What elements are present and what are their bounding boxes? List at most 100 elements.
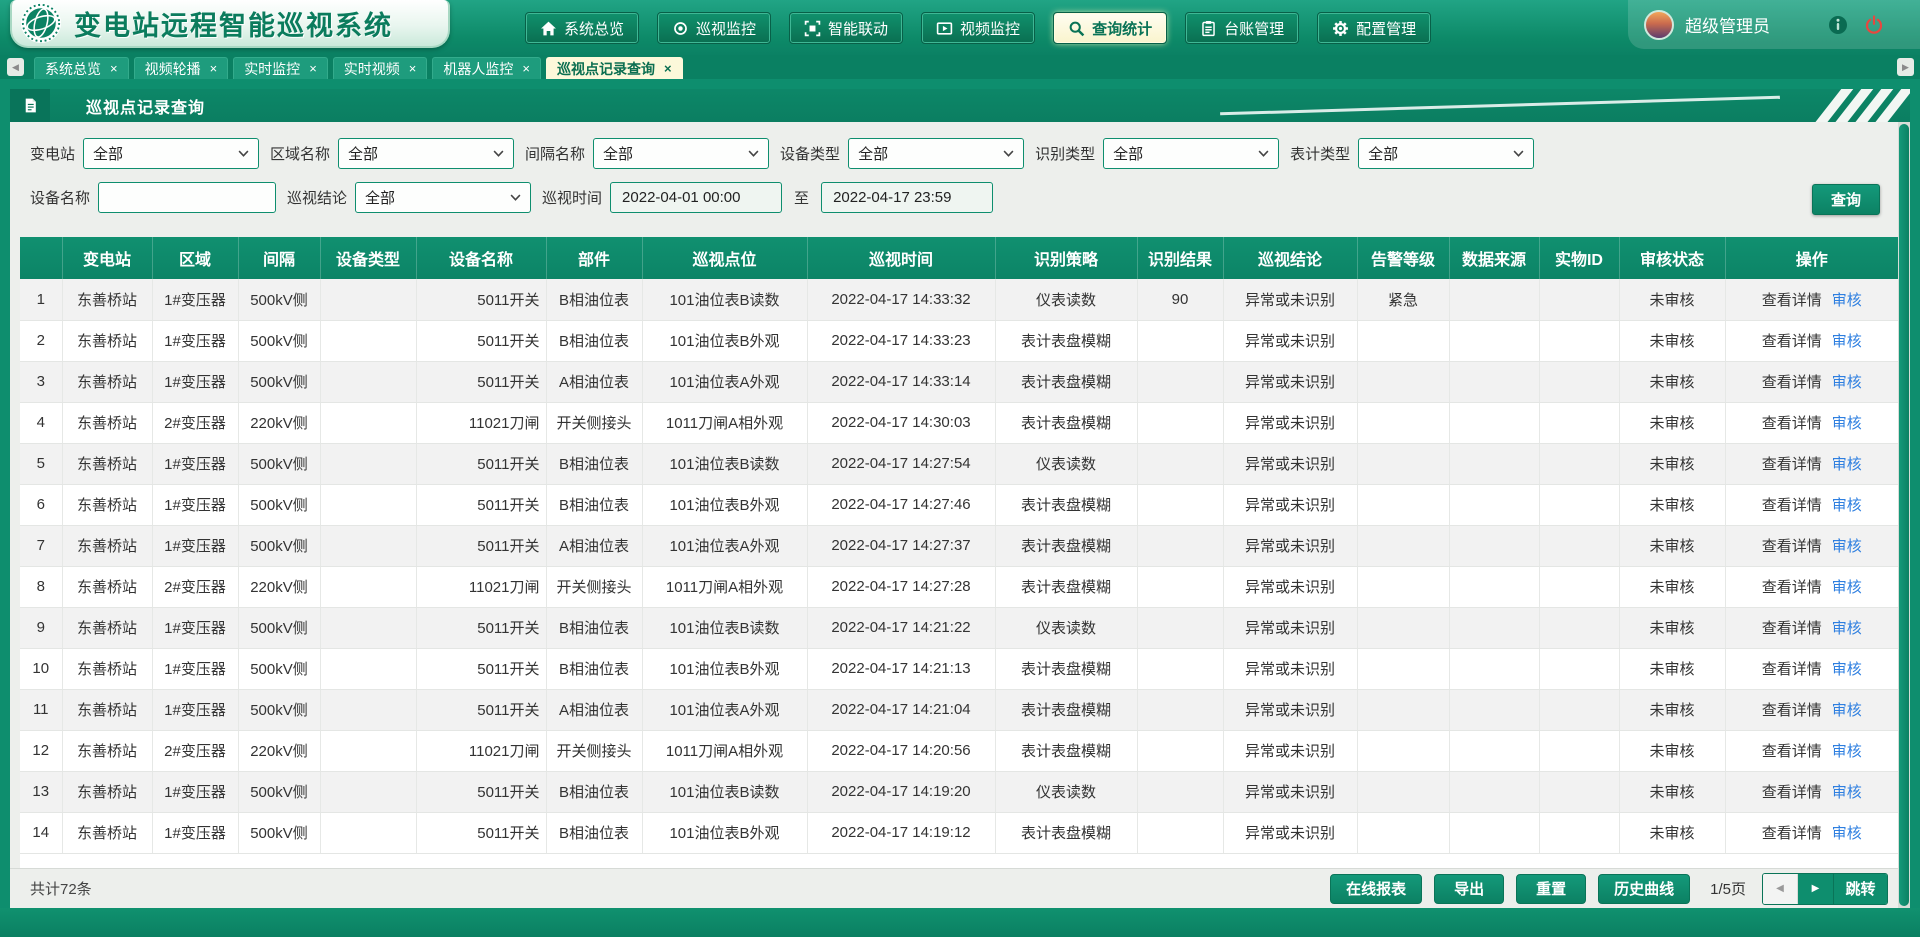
audit-link[interactable]: 审核 [1832, 579, 1862, 596]
table-row[interactable]: 6东善桥站1#变压器500kV侧5011开关B相油位表101油位表B外观2022… [20, 484, 1898, 525]
audit-link[interactable]: 审核 [1832, 661, 1862, 678]
table-row[interactable]: 14东善桥站1#变压器500kV侧5011开关B相油位表101油位表B外观202… [20, 812, 1898, 853]
audit-link[interactable]: 审核 [1832, 415, 1862, 432]
table-row[interactable]: 3东善桥站1#变压器500kV侧5011开关A相油位表101油位表A外观2022… [20, 361, 1898, 402]
close-icon[interactable]: × [309, 62, 317, 75]
column-header[interactable]: 设备类型 [320, 237, 416, 279]
close-icon[interactable]: × [210, 62, 218, 75]
power-icon[interactable] [1864, 15, 1884, 35]
column-header[interactable]: 数据来源 [1449, 237, 1539, 279]
nav-patrol-button[interactable]: 巡视监控 [658, 13, 770, 43]
tab-scroll-left-icon[interactable]: ◀ [7, 58, 24, 76]
column-header[interactable]: 设备名称 [416, 237, 546, 279]
view-detail-link[interactable]: 查看详情 [1762, 292, 1822, 309]
tab-5[interactable]: 巡视点记录查询× [546, 57, 683, 79]
info-icon[interactable] [1828, 15, 1848, 35]
scrollbar-thumb[interactable] [1899, 124, 1909, 906]
nav-overview-button[interactable]: 系统总览 [526, 13, 638, 43]
view-detail-link[interactable]: 查看详情 [1762, 784, 1822, 801]
nav-config-button[interactable]: 配置管理 [1318, 13, 1430, 43]
table-row[interactable]: 1东善桥站1#变压器500kV侧5011开关B相油位表101油位表B读数2022… [20, 279, 1898, 320]
device-name-input[interactable] [98, 182, 276, 213]
tab-4[interactable]: 机器人监控× [432, 57, 541, 79]
audit-link[interactable]: 审核 [1832, 743, 1862, 760]
tab-3[interactable]: 实时视频× [333, 57, 428, 79]
view-detail-link[interactable]: 查看详情 [1762, 538, 1822, 555]
view-detail-link[interactable]: 查看详情 [1762, 620, 1822, 637]
station-select[interactable]: 全部 [83, 138, 259, 169]
tab-2[interactable]: 实时监控× [233, 57, 328, 79]
export-button[interactable]: 导出 [1434, 874, 1504, 904]
prev-page-icon[interactable]: ◀ [1763, 874, 1798, 904]
audit-link[interactable]: 审核 [1832, 333, 1862, 350]
nav-video-button[interactable]: 视频监控 [922, 13, 1034, 43]
close-icon[interactable]: × [522, 62, 530, 75]
column-header[interactable]: 巡视点位 [642, 237, 807, 279]
column-header[interactable]: 区域 [152, 237, 238, 279]
jump-button[interactable]: 跳转 [1833, 874, 1887, 904]
view-detail-link[interactable]: 查看详情 [1762, 456, 1822, 473]
table-row[interactable]: 8东善桥站2#变压器220kV侧11021刀闸开关侧接头1011刀闸A相外观20… [20, 566, 1898, 607]
column-header[interactable]: 识别策略 [995, 237, 1137, 279]
avatar[interactable] [1644, 10, 1674, 40]
view-detail-link[interactable]: 查看详情 [1762, 825, 1822, 842]
view-detail-link[interactable]: 查看详情 [1762, 702, 1822, 719]
audit-link[interactable]: 审核 [1832, 825, 1862, 842]
device-type-select[interactable]: 全部 [848, 138, 1024, 169]
audit-link[interactable]: 审核 [1832, 374, 1862, 391]
column-header[interactable]: 实物ID [1539, 237, 1619, 279]
view-detail-link[interactable]: 查看详情 [1762, 497, 1822, 514]
column-header[interactable]: 变电站 [62, 237, 152, 279]
table-row[interactable]: 4东善桥站2#变压器220kV侧11021刀闸开关侧接头1011刀闸A相外观20… [20, 402, 1898, 443]
audit-link[interactable]: 审核 [1832, 702, 1862, 719]
time-to-input[interactable]: 2022-04-17 23:59 [821, 182, 993, 213]
table-row[interactable]: 12东善桥站2#变压器220kV侧11021刀闸开关侧接头1011刀闸A相外观2… [20, 730, 1898, 771]
close-icon[interactable]: × [110, 62, 118, 75]
meter-type-select[interactable]: 全部 [1358, 138, 1534, 169]
tab-1[interactable]: 视频轮播× [134, 57, 229, 79]
close-icon[interactable]: × [409, 62, 417, 75]
area-name-select[interactable]: 全部 [338, 138, 514, 169]
table-row[interactable]: 13东善桥站1#变压器500kV侧5011开关B相油位表101油位表B读数202… [20, 771, 1898, 812]
table-row[interactable]: 2东善桥站1#变压器500kV侧5011开关B相油位表101油位表B外观2022… [20, 320, 1898, 361]
column-header[interactable]: 审核状态 [1619, 237, 1725, 279]
column-header[interactable]: 部件 [546, 237, 642, 279]
next-page-icon[interactable]: ▶ [1798, 874, 1833, 904]
table-row[interactable]: 10东善桥站1#变压器500kV侧5011开关B相油位表101油位表B外观202… [20, 648, 1898, 689]
table-row[interactable]: 11东善桥站1#变压器500kV侧5011开关A相油位表101油位表A外观202… [20, 689, 1898, 730]
column-header[interactable]: 巡视时间 [807, 237, 995, 279]
column-header[interactable]: 识别结果 [1137, 237, 1223, 279]
audit-link[interactable]: 审核 [1832, 292, 1862, 309]
view-detail-link[interactable]: 查看详情 [1762, 333, 1822, 350]
table-row[interactable]: 9东善桥站1#变压器500kV侧5011开关B相油位表101油位表B读数2022… [20, 607, 1898, 648]
online-report-button[interactable]: 在线报表 [1330, 874, 1422, 904]
column-header[interactable] [20, 237, 62, 279]
audit-link[interactable]: 审核 [1832, 456, 1862, 473]
column-header[interactable]: 告警等级 [1357, 237, 1449, 279]
column-header[interactable]: 间隔 [238, 237, 320, 279]
tab-scroll-right-icon[interactable]: ▶ [1897, 58, 1914, 76]
view-detail-link[interactable]: 查看详情 [1762, 661, 1822, 678]
table-row[interactable]: 5东善桥站1#变压器500kV侧5011开关B相油位表101油位表B读数2022… [20, 443, 1898, 484]
close-icon[interactable]: × [664, 62, 672, 75]
audit-link[interactable]: 审核 [1832, 784, 1862, 801]
view-detail-link[interactable]: 查看详情 [1762, 415, 1822, 432]
conclusion-select[interactable]: 全部 [355, 182, 531, 213]
nav-ledger-button[interactable]: 台账管理 [1186, 13, 1298, 43]
table-row[interactable]: 7东善桥站1#变压器500kV侧5011开关A相油位表101油位表A外观2022… [20, 525, 1898, 566]
tab-0[interactable]: 系统总览× [34, 57, 129, 79]
view-detail-link[interactable]: 查看详情 [1762, 374, 1822, 391]
time-from-input[interactable]: 2022-04-01 00:00 [610, 182, 782, 213]
audit-link[interactable]: 审核 [1832, 620, 1862, 637]
view-detail-link[interactable]: 查看详情 [1762, 579, 1822, 596]
column-header[interactable]: 巡视结论 [1223, 237, 1357, 279]
bay-name-select[interactable]: 全部 [593, 138, 769, 169]
audit-link[interactable]: 审核 [1832, 497, 1862, 514]
reset-button[interactable]: 重置 [1516, 874, 1586, 904]
view-detail-link[interactable]: 查看详情 [1762, 743, 1822, 760]
nav-query-button[interactable]: 查询统计 [1054, 13, 1166, 43]
recog-type-select[interactable]: 全部 [1103, 138, 1279, 169]
history-curve-button[interactable]: 历史曲线 [1598, 874, 1690, 904]
nav-linkage-button[interactable]: 智能联动 [790, 13, 902, 43]
column-header[interactable]: 操作 [1725, 237, 1898, 279]
